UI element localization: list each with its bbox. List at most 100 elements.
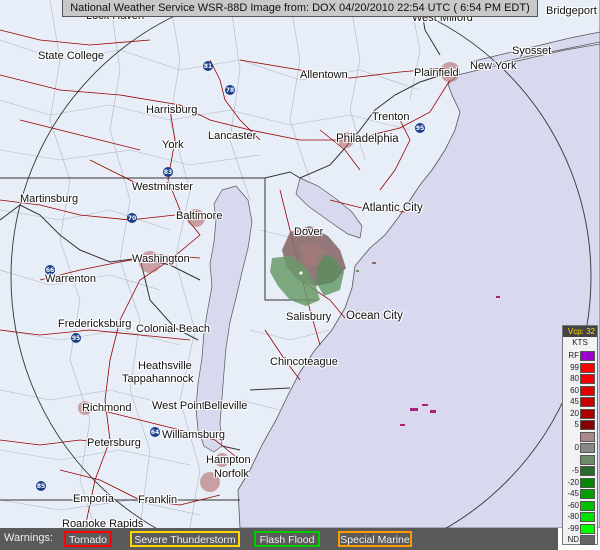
highway-shield-label: 95 xyxy=(72,335,80,342)
legend-color-swatch xyxy=(580,431,595,442)
highway-shield-label: 85 xyxy=(37,483,45,490)
legend-value-label: 45 xyxy=(570,397,579,406)
city-label-heathsville: Heathsville xyxy=(138,360,192,372)
city-label-washington: Washington xyxy=(132,253,190,265)
city-label-chincoteague: Chincoteague xyxy=(270,356,338,368)
city-label-baltimore: Baltimore xyxy=(176,210,223,222)
city-label-belleville: Belleville xyxy=(204,400,248,412)
city-label-dover: Dover xyxy=(294,226,324,238)
highway-shield-label: 64 xyxy=(151,429,159,436)
legend-row: RF xyxy=(563,350,597,362)
legend-row: 99 xyxy=(563,362,597,374)
city-label-colonial-beach: Colonial Beach xyxy=(136,323,210,335)
legend-row: 0 xyxy=(563,442,597,454)
legend-color-swatch xyxy=(580,443,595,453)
legend-value-label: -80 xyxy=(567,512,579,521)
legend-value-label: 80 xyxy=(570,374,579,383)
legend-value-label: 20 xyxy=(570,408,579,418)
legend-color-swatch xyxy=(580,362,595,373)
legend-value-label: 99 xyxy=(570,362,579,372)
city-label-syosset: Syosset xyxy=(512,45,552,57)
city-label-williamsburg: Williamsburg xyxy=(162,429,225,441)
city-label-tappahannock: Tappahannock xyxy=(122,373,194,385)
city-label-harrisburg: Harrisburg xyxy=(146,104,198,116)
legend-color-swatch xyxy=(580,466,595,476)
city-label-ocean-city: Ocean City xyxy=(346,310,403,322)
legend-color-swatch xyxy=(580,489,595,499)
legend-row: -5 xyxy=(563,465,597,477)
legend-value-label: ND xyxy=(567,535,579,544)
warning-flash-flood[interactable]: Flash Flood xyxy=(254,531,320,547)
city-label-plainfield: Plainfield xyxy=(414,67,459,79)
legend-value-label: 60 xyxy=(570,385,579,395)
warnings-bar: Warnings: Tornado Severe Thunderstorm Fl… xyxy=(0,528,558,550)
city-label-york: York xyxy=(162,139,184,151)
city-label-martinsburg: Martinsburg xyxy=(20,193,79,205)
legend-color-swatch xyxy=(580,385,595,396)
city-label-philadelphia: Philadelphia xyxy=(336,133,399,145)
legend-row: ND xyxy=(563,534,597,546)
highway-shield-label: 95 xyxy=(416,125,424,132)
legend-row: 45 xyxy=(563,396,597,408)
city-label-atlantic-city: Atlantic City xyxy=(362,202,423,214)
legend-value-label: -60 xyxy=(567,500,579,510)
city-label-westminster: Westminster xyxy=(132,181,193,193)
legend-color-swatch xyxy=(580,397,595,407)
legend-color-swatch xyxy=(580,535,595,545)
legend-value-label: RF xyxy=(568,351,579,360)
legend-color-swatch xyxy=(580,500,595,511)
city-label-richmond: Richmond xyxy=(82,402,132,414)
legend-color-swatch xyxy=(580,523,595,534)
city-label-emporia: Emporia xyxy=(73,493,114,505)
warning-tornado[interactable]: Tornado xyxy=(64,531,112,547)
highway-shield-label: 83 xyxy=(164,169,172,176)
legend-row xyxy=(563,431,597,443)
warning-special-marine[interactable]: Special Marine xyxy=(338,531,412,547)
legend-color-swatch xyxy=(580,351,595,361)
city-label-bridgeport: Bridgeport xyxy=(546,5,597,17)
city-label-petersburg: Petersburg xyxy=(87,437,141,449)
city-label-trenton: Trenton xyxy=(372,111,410,123)
legend-color-swatch xyxy=(580,512,595,522)
legend-color-swatch xyxy=(580,454,595,465)
legend-row: -80 xyxy=(563,511,597,523)
city-label-norfolk: Norfolk xyxy=(214,468,249,480)
warning-severe-thunderstorm[interactable]: Severe Thunderstorm xyxy=(130,531,240,547)
warnings-label: Warnings: xyxy=(4,532,54,544)
velocity-legend: Vcp: 32 KTS RF 99 80 60 45 20 5 0 -5 -20 -45 -60 -80… xyxy=(562,325,598,545)
legend-row: 60 xyxy=(563,385,597,397)
legend-value-label: -5 xyxy=(571,466,579,475)
city-label-salisbury: Salisbury xyxy=(286,311,332,323)
city-label-hampton: Hampton xyxy=(206,454,251,466)
legend-vcp: Vcp: 32 xyxy=(563,326,597,337)
highway-shield-label: 81 xyxy=(204,63,212,70)
legend-value-label: -45 xyxy=(567,489,579,498)
legend-row: -20 xyxy=(563,477,597,489)
radar-header-title: National Weather Service WSR-88D Image f… xyxy=(70,2,530,14)
city-label-west-point: West Point xyxy=(152,400,205,412)
highway-shield-label: 70 xyxy=(128,215,136,222)
radar-frame: 81 78 83 70 66 95 64 85 95 State College… xyxy=(0,0,600,550)
legend-color-swatch xyxy=(580,408,595,419)
city-label-fredericksburg: Fredericksburg xyxy=(58,318,132,330)
legend-row: -45 xyxy=(563,488,597,500)
radar-header: National Weather Service WSR-88D Image f… xyxy=(62,0,538,17)
legend-color-swatch xyxy=(580,477,595,488)
city-label-allentown: Allentown xyxy=(300,69,348,81)
legend-row: -99 xyxy=(563,523,597,535)
city-label-state-college: State College xyxy=(38,50,105,62)
legend-row xyxy=(563,454,597,466)
city-label-franklin: Franklin xyxy=(138,494,178,506)
highway-shield-label: 78 xyxy=(226,87,234,94)
city-label-lancaster: Lancaster xyxy=(208,130,257,142)
city-label-warrenton: Warrenton xyxy=(45,273,96,285)
legend-value-label: -20 xyxy=(567,477,579,487)
legend-color-swatch xyxy=(580,374,595,384)
legend-row: 20 xyxy=(563,408,597,420)
legend-row: 5 xyxy=(563,419,597,431)
legend-value-label: -99 xyxy=(567,523,579,533)
legend-color-swatch xyxy=(580,420,595,430)
legend-value-label: 0 xyxy=(574,443,579,452)
legend-units: KTS xyxy=(572,338,588,347)
legend-row: -60 xyxy=(563,500,597,512)
